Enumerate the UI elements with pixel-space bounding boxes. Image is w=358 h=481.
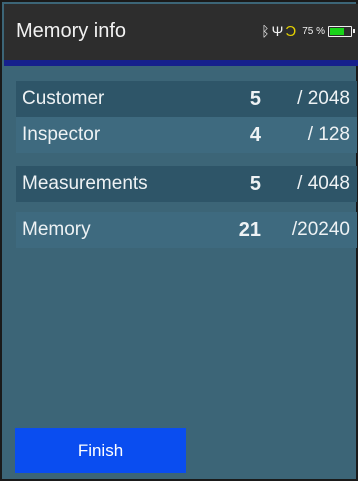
battery-icon — [328, 25, 355, 37]
row-capacity: / 4048 — [297, 173, 350, 194]
header-accent-bar — [4, 60, 358, 66]
usb-icon: Ψ — [271, 23, 284, 39]
status-bar: ᛒ Ψ Ɔ 75 % — [261, 20, 355, 42]
row-used-count: 4 — [249, 123, 261, 146]
memory-row-memory: Memory 21 /20240 — [16, 212, 357, 248]
row-label: Inspector — [22, 124, 101, 145]
row-label: Memory — [22, 219, 91, 240]
row-label: Measurements — [22, 173, 148, 194]
device-screen: Memory info ᛒ Ψ Ɔ 75 % Customer 5 / 2048… — [0, 0, 358, 481]
row-used-count: 5 — [249, 172, 261, 195]
row-capacity: / 128 — [307, 124, 350, 145]
row-used-count: 5 — [249, 87, 261, 110]
bluetooth-icon: ᛒ — [261, 23, 270, 39]
charging-plug-icon: Ɔ — [285, 22, 297, 40]
memory-row-customer: Customer 5 / 2048 — [16, 81, 357, 117]
row-capacity: / 2048 — [297, 88, 350, 109]
row-used-count: 21 — [238, 218, 261, 241]
memory-row-inspector: Inspector 4 / 128 — [16, 117, 357, 153]
title-bar: Memory info ᛒ Ψ Ɔ 75 % — [4, 4, 358, 60]
battery-percentage: 75 % — [302, 25, 325, 37]
finish-button[interactable]: Finish — [15, 428, 186, 473]
battery-level-fill — [330, 27, 344, 35]
row-capacity: /20240 — [291, 219, 350, 240]
row-label: Customer — [22, 88, 105, 109]
memory-row-measurements: Measurements 5 / 4048 — [16, 166, 357, 202]
page-title: Memory info — [16, 20, 127, 42]
